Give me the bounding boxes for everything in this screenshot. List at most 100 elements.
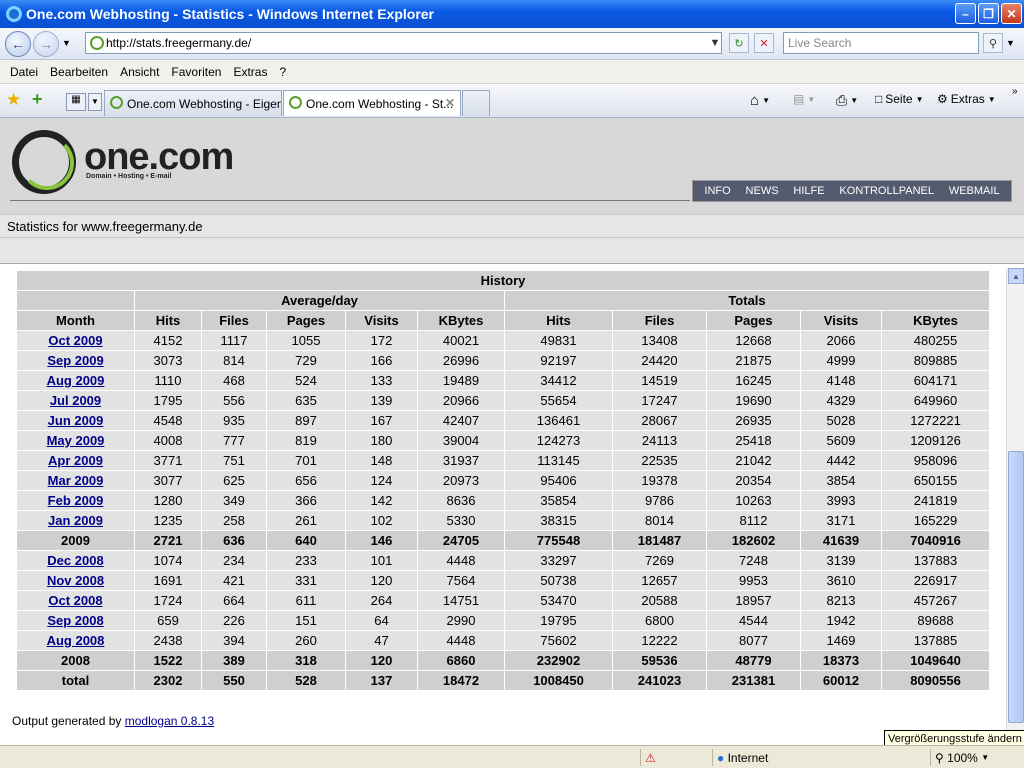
vertical-scrollbar[interactable]: ▲	[1006, 268, 1024, 745]
month-link[interactable]: May 2009	[47, 433, 105, 448]
forward-button[interactable]: →	[33, 31, 59, 57]
month-link[interactable]: Oct 2009	[48, 333, 102, 348]
nav-kontrollpanel[interactable]: KONTROLLPANEL	[839, 185, 934, 197]
new-tab-button[interactable]	[462, 90, 490, 116]
address-dropdown-icon[interactable]: ▼	[705, 33, 725, 53]
nav-webmail[interactable]: WEBMAIL	[949, 185, 1000, 197]
month-link[interactable]: Apr 2009	[48, 453, 103, 468]
menu-favoriten[interactable]: Favoriten	[165, 65, 227, 79]
favorites-star-icon[interactable]: ★	[6, 90, 21, 110]
value-cell: 8636	[417, 490, 505, 511]
month-link[interactable]: Sep 2008	[47, 613, 103, 628]
tools-menu-button[interactable]: ⚙ Extras ▼	[937, 92, 996, 106]
search-options-icon[interactable]: ▼	[1006, 38, 1015, 48]
feeds-icon[interactable]: ▤ ▼	[793, 92, 815, 106]
stats-for-label: Statistics for www.freegermany.de	[0, 214, 1024, 238]
month-link[interactable]: Dec 2008	[47, 553, 103, 568]
summary-row: total 2302 550 528 137 18472 1008450 241023 2313…	[16, 670, 990, 691]
value-cell: 394	[201, 630, 267, 651]
month-link[interactable]: Feb 2009	[48, 493, 104, 508]
value-cell: 556	[201, 390, 267, 411]
nav-news[interactable]: NEWS	[746, 185, 779, 197]
history-dropdown-icon[interactable]: ▼	[62, 38, 71, 48]
refresh-button[interactable]: ↻	[729, 33, 749, 53]
month-link[interactable]: Oct 2008	[48, 593, 102, 608]
value-cell: 10263	[706, 490, 801, 511]
brand-tagline: Domain • Hosting • E-mail	[86, 173, 172, 180]
nav-info[interactable]: INFO	[704, 185, 730, 197]
value-cell: 1049640	[881, 650, 990, 671]
month-link[interactable]: Jul 2009	[50, 393, 101, 408]
value-cell: 777	[201, 430, 267, 451]
site-header: one.com Domain • Hosting • E-mail INFO N…	[0, 118, 1024, 214]
menu-ansicht[interactable]: Ansicht	[114, 65, 165, 79]
month-link[interactable]: Jan 2009	[48, 513, 103, 528]
month-cell: Aug 2009	[16, 370, 135, 391]
month-link[interactable]: Mar 2009	[48, 473, 104, 488]
menu-bearbeiten[interactable]: Bearbeiten	[44, 65, 114, 79]
tab-list-icon[interactable]: ▼	[88, 93, 102, 111]
month-cell: Jun 2009	[16, 410, 135, 431]
month-link[interactable]: Jun 2009	[48, 413, 104, 428]
value-cell: 165229	[881, 510, 990, 531]
value-cell: 16245	[706, 370, 801, 391]
value-cell: 7269	[612, 550, 707, 571]
scroll-thumb[interactable]	[1008, 451, 1024, 723]
address-input[interactable]: http://stats.freegermany.de/	[85, 32, 722, 54]
month-link[interactable]: Sep 2009	[47, 353, 103, 368]
value-cell: 13408	[612, 330, 707, 351]
home-icon[interactable]: ⌂ ▼	[750, 92, 770, 109]
maximize-button[interactable]: ❐	[978, 3, 999, 24]
modlogan-link[interactable]: modlogan 0.8.13	[125, 714, 214, 728]
tab-label: One.com Webhosting - St...	[306, 96, 454, 111]
table-row: Jun 2009 4548 935 897 167 42407 136461 28067 269…	[16, 410, 990, 431]
minimize-button[interactable]: –	[955, 3, 976, 24]
value-cell: 3993	[800, 490, 882, 511]
value-cell: 528	[266, 670, 346, 691]
value-cell: 4008	[134, 430, 202, 451]
search-icon[interactable]: ⚲	[983, 33, 1003, 53]
zoom-dropdown-icon[interactable]: ▼	[981, 753, 989, 762]
chevron-more-icon[interactable]: »	[1012, 86, 1018, 97]
value-cell: 421	[201, 570, 267, 591]
close-button[interactable]: ✕	[1001, 3, 1022, 24]
month-cell: Mar 2009	[16, 470, 135, 491]
back-button[interactable]: ←	[5, 31, 31, 57]
month-link[interactable]: Nov 2008	[47, 573, 104, 588]
value-cell: 4999	[800, 350, 882, 371]
value-cell: 48779	[706, 650, 801, 671]
value-cell: 1074	[134, 550, 202, 571]
zoom-control[interactable]: ⚲ 100% ▼	[930, 749, 1024, 766]
scroll-up-icon[interactable]: ▲	[1008, 268, 1024, 284]
month-link[interactable]: Aug 2009	[47, 373, 105, 388]
value-cell: 59536	[612, 650, 707, 671]
value-cell: 258	[201, 510, 267, 531]
value-cell: 133	[345, 370, 418, 391]
value-cell: 6860	[417, 650, 505, 671]
add-favorite-icon[interactable]: +	[32, 89, 43, 110]
menu-extras[interactable]: Extras	[227, 65, 273, 79]
month-link[interactable]: Aug 2008	[47, 633, 105, 648]
month-cell: Feb 2009	[16, 490, 135, 511]
print-icon[interactable]: ⎙ ▼	[836, 92, 858, 109]
value-cell: 35854	[504, 490, 613, 511]
page-menu-button[interactable]: □ Seite ▼	[875, 92, 924, 106]
value-cell: 25418	[706, 430, 801, 451]
nav-hilfe[interactable]: HILFE	[793, 185, 824, 197]
tab-close-icon[interactable]: ✕	[445, 96, 455, 110]
quick-tabs-icon[interactable]: ▦	[66, 93, 86, 111]
value-cell: 1235	[134, 510, 202, 531]
value-cell: 1272221	[881, 410, 990, 431]
value-cell: 1008450	[504, 670, 613, 691]
stop-button[interactable]: ✕	[754, 33, 774, 53]
col-total-kbytes: KBytes	[881, 310, 990, 331]
tab-statistics[interactable]: One.com Webhosting - St... ✕	[283, 90, 461, 116]
menu-datei[interactable]: Datei	[4, 65, 44, 79]
value-cell: 701	[266, 450, 346, 471]
value-cell: 53470	[504, 590, 613, 611]
history-title: History	[16, 270, 990, 291]
search-input[interactable]: Live Search	[783, 32, 979, 54]
menu-help[interactable]: ?	[273, 65, 292, 79]
value-cell: 935	[201, 410, 267, 431]
tab-eigen[interactable]: One.com Webhosting - Eigen...	[104, 90, 282, 116]
